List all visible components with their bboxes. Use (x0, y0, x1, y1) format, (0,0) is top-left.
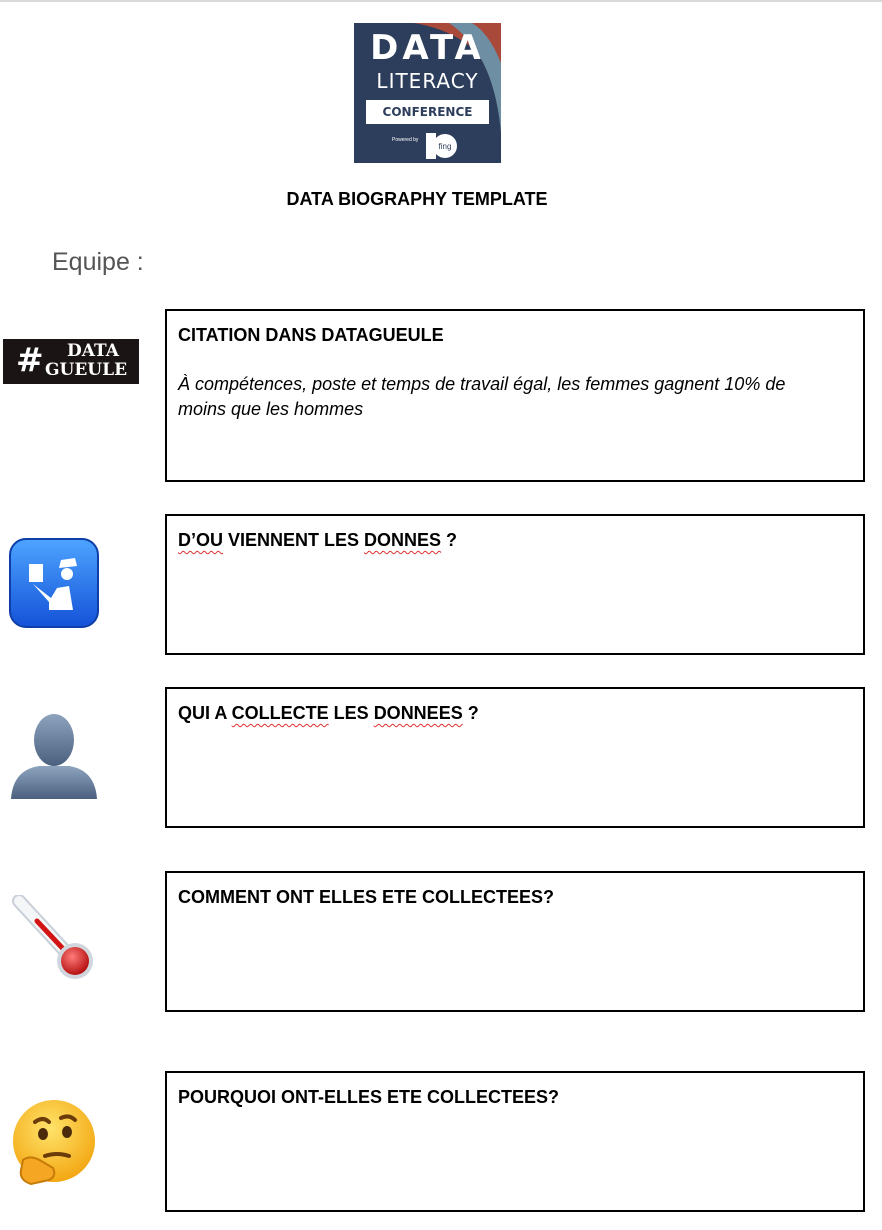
thinking-face-icon (13, 1100, 95, 1186)
datagueule-hash: # (16, 340, 44, 379)
collection-purpose-heading: POURQUOI ONT-ELLES ETE COLLECTEES? (178, 1087, 560, 1107)
heading-text: ? (441, 530, 458, 550)
passport-control-icon (9, 538, 99, 628)
data-literacy-conference-logo: DATA LITERACY CONFERENCE Powered by fing (354, 23, 501, 163)
data-collector-heading: QUI A COLLECTE LES DONNEES ? (178, 703, 479, 724)
collection-method-heading: COMMENT ONT ELLES ETE COLLECTEES? (178, 887, 555, 907)
misspelled-word: D’OU (178, 530, 223, 550)
datagueule-logo: # DATA GUEULE (3, 339, 139, 384)
top-border (0, 0, 882, 2)
person-silhouette-icon (11, 714, 97, 799)
heading-text: ? (462, 703, 479, 723)
logo-powered-by: Powered by (392, 137, 419, 143)
logo-word-literacy: LITERACY (376, 69, 479, 93)
misspelled-word: DONNES (364, 530, 442, 550)
heading-text: VIENNENT LES (223, 530, 365, 550)
fing-logo-icon: fing (426, 133, 457, 159)
datagueule-word-data: DATA (67, 341, 119, 361)
collection-method-box[interactable]: COMMENT ONT ELLES ETE COLLECTEES? (165, 871, 865, 1012)
heading-text: LES (328, 703, 374, 723)
fing-logo-text: fing (439, 142, 452, 151)
misspelled-word: DONNEES (373, 703, 463, 723)
data-origin-heading: D’OU VIENNENT LES DONNES ? (178, 530, 457, 551)
collection-purpose-box[interactable]: POURQUOI ONT-ELLES ETE COLLECTEES? (165, 1071, 865, 1212)
citation-heading: CITATION DANS DATAGUEULE (178, 325, 444, 345)
team-label: Equipe : (52, 248, 144, 276)
misspelled-word: COLLECTE (231, 703, 329, 723)
citation-quote: À compétences, poste et temps de travail… (178, 374, 786, 419)
thermometer-icon (12, 895, 93, 979)
logo-word-data: DATA (370, 28, 485, 68)
datagueule-word-gueule: GUEULE (45, 360, 128, 380)
data-collector-box[interactable]: QUI A COLLECTE LES DONNEES ? (165, 687, 865, 828)
logo-word-conference: CONFERENCE (366, 100, 489, 124)
heading-text: QUI A (178, 703, 232, 723)
citation-box[interactable]: CITATION DANS DATAGUEULE À compétences, … (165, 309, 865, 482)
data-origin-box[interactable]: D’OU VIENNENT LES DONNES ? (165, 514, 865, 655)
document-title: DATA BIOGRAPHY TEMPLATE (286, 189, 548, 209)
